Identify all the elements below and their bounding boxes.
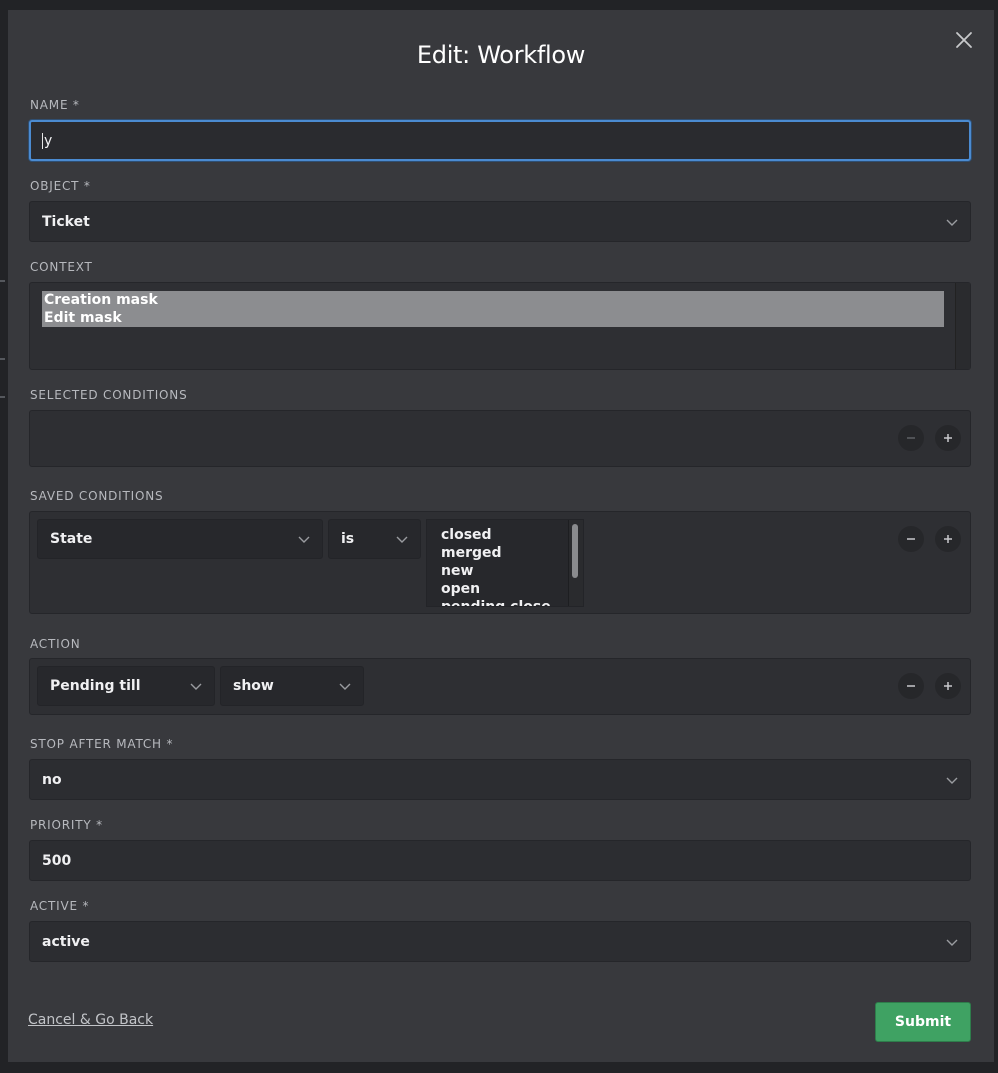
condition-attribute-select[interactable]: State — [37, 519, 323, 559]
name-input-value: y — [42, 132, 53, 149]
name-input[interactable]: y — [29, 120, 971, 161]
priority-label: PRIORITY * — [30, 818, 103, 832]
edit-workflow-modal: Edit: Workflow NAME * y OBJECT * Ticket … — [8, 10, 994, 1062]
add-selected-condition-button[interactable] — [935, 425, 961, 451]
object-select-value: Ticket — [42, 213, 90, 230]
condition-value-option[interactable]: open — [427, 580, 583, 598]
selected-conditions-label: SELECTED CONDITIONS — [30, 388, 188, 402]
stop-after-match-label: STOP AFTER MATCH * — [30, 737, 174, 751]
remove-action-button[interactable] — [898, 673, 924, 699]
context-option-creation-mask[interactable]: Creation mask — [42, 291, 944, 309]
name-label: NAME * — [30, 98, 80, 112]
remove-selected-condition-button[interactable] — [898, 425, 924, 451]
condition-values-list[interactable]: closed merged new open pending close — [426, 519, 584, 607]
background-mark — [0, 358, 5, 360]
chevron-down-icon — [298, 536, 310, 543]
stop-after-match-value: no — [42, 771, 62, 788]
context-option-edit-mask[interactable]: Edit mask — [42, 309, 944, 327]
chevron-down-icon — [339, 683, 351, 690]
condition-value-option[interactable]: new — [427, 562, 583, 580]
close-icon[interactable] — [952, 28, 976, 52]
background-mark — [0, 280, 5, 282]
chevron-down-icon — [946, 777, 958, 784]
condition-value-option[interactable]: merged — [427, 544, 583, 562]
context-multiselect[interactable]: Creation mask Edit mask — [29, 282, 971, 370]
minus-icon — [907, 437, 915, 439]
saved-conditions-box: State is closed merged new open pending … — [29, 511, 971, 614]
plus-icon — [944, 434, 952, 442]
context-options: Creation mask Edit mask — [42, 291, 944, 327]
add-action-button[interactable] — [935, 673, 961, 699]
active-label: ACTIVE * — [30, 899, 90, 913]
background-page-edge — [0, 0, 8, 1073]
action-label: ACTION — [30, 637, 81, 651]
condition-value-option[interactable]: pending close — [427, 598, 583, 606]
chevron-down-icon — [946, 939, 958, 946]
plus-icon — [944, 682, 952, 690]
background-mark — [0, 396, 5, 398]
selected-conditions-box — [29, 410, 971, 467]
chevron-down-icon — [396, 536, 408, 543]
context-scrollbar[interactable] — [955, 283, 970, 369]
condition-operator-value: is — [341, 531, 355, 547]
name-input-text: y — [44, 132, 53, 149]
action-operation-select[interactable]: show — [220, 666, 364, 706]
minus-icon — [907, 685, 915, 687]
object-label: OBJECT * — [30, 179, 91, 193]
object-select[interactable]: Ticket — [29, 201, 971, 242]
cancel-go-back-link[interactable]: Cancel & Go Back — [28, 1012, 153, 1028]
active-select[interactable]: active — [29, 921, 971, 962]
plus-icon — [944, 535, 952, 543]
condition-values-scrollbar[interactable] — [568, 520, 583, 606]
remove-saved-condition-button[interactable] — [898, 526, 924, 552]
saved-conditions-label: SAVED CONDITIONS — [30, 489, 164, 503]
minus-icon — [907, 538, 915, 540]
condition-attribute-value: State — [50, 531, 93, 547]
action-box: Pending till show — [29, 658, 971, 715]
add-saved-condition-button[interactable] — [935, 526, 961, 552]
submit-button[interactable]: Submit — [875, 1002, 971, 1042]
text-caret — [42, 132, 43, 149]
priority-input[interactable]: 500 — [29, 840, 971, 881]
chevron-down-icon — [946, 219, 958, 226]
stop-after-match-select[interactable]: no — [29, 759, 971, 800]
modal-title: Edit: Workflow — [416, 41, 586, 69]
scrollbar-thumb[interactable] — [572, 524, 578, 578]
active-select-value: active — [42, 933, 90, 950]
condition-operator-select[interactable]: is — [328, 519, 421, 559]
context-label: CONTEXT — [30, 260, 93, 274]
priority-input-value: 500 — [42, 852, 72, 869]
condition-value-option[interactable]: closed — [427, 526, 583, 544]
chevron-down-icon — [190, 683, 202, 690]
action-attribute-select[interactable]: Pending till — [37, 666, 215, 706]
action-operation-value: show — [233, 678, 274, 694]
action-attribute-value: Pending till — [50, 678, 141, 694]
condition-values-options: closed merged new open pending close — [427, 520, 583, 606]
